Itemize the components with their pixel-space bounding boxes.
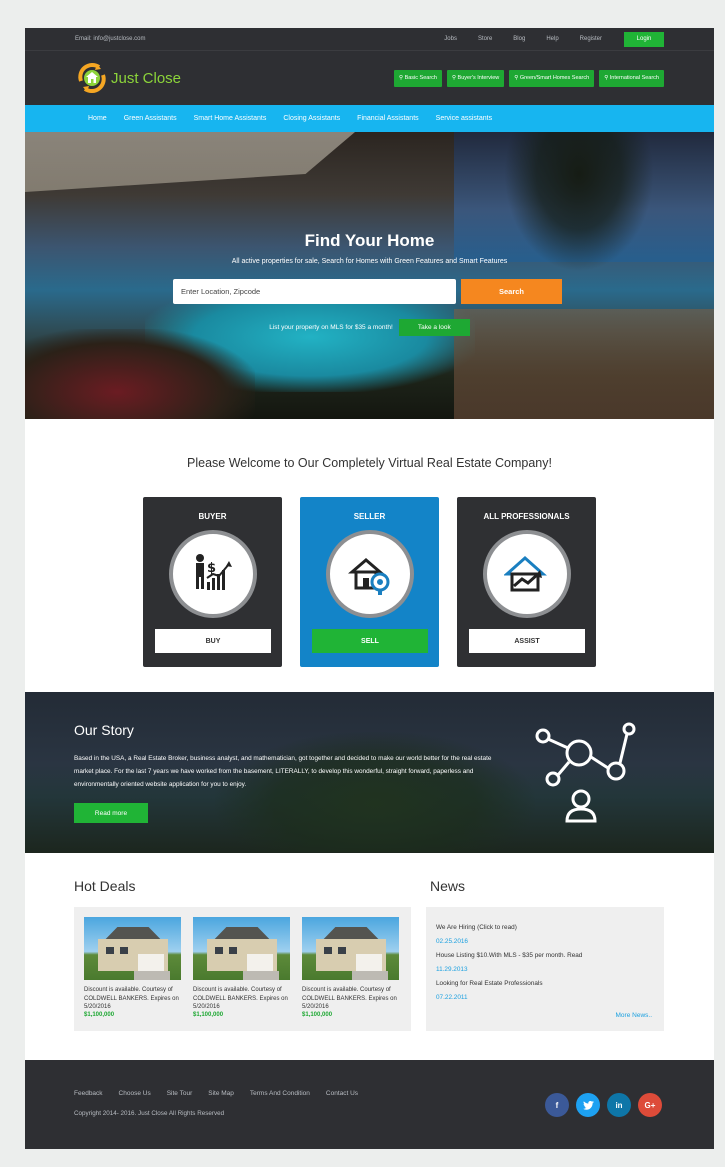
top-link-jobs[interactable]: Jobs [444,36,457,42]
read-more-button[interactable]: Read more [74,803,148,823]
nav-financial-assistants[interactable]: Financial Assistants [357,115,418,122]
footer-link-contact[interactable]: Contact Us [326,1090,358,1097]
news-item-date: 07.22.2011 [436,994,468,1001]
buyers-interview-label: Buyer's Interview [457,75,500,81]
deal-card[interactable]: Discount is available. Courtesy of COLDW… [84,917,182,1031]
buyer-growth-icon: $ [169,530,257,618]
footer-link-choose-us[interactable]: Choose Us [119,1090,151,1097]
network-person-icon [535,722,636,823]
role-cards: BUYER $ BUY SELLER SELL ALL PROFESSIONAL… [25,497,714,667]
news-item-title[interactable]: House Listing $10.With MLS - $35 per mon… [436,949,654,963]
deal-price: $1,100,000 [84,1011,115,1018]
welcome-heading: Please Welcome to Our Completely Virtual… [187,456,552,470]
more-news-link[interactable]: More News.. [616,1012,652,1019]
footer-link-site-tour[interactable]: Site Tour [167,1090,193,1097]
story-island-background [215,732,535,852]
location-search-input[interactable] [173,279,456,304]
deal-card[interactable]: Discount is available. Courtesy of COLDW… [302,917,400,1031]
top-link-store[interactable]: Store [478,36,492,42]
top-link-register[interactable]: Register [580,36,602,42]
nav-service-assistants[interactable]: Service assistants [436,115,492,122]
deal-price: $1,100,000 [302,1011,333,1018]
green-smart-search-label: Green/Smart Homes Search [519,75,590,81]
top-link-help[interactable]: Help [546,36,558,42]
hot-deals-list: Discount is available. Courtesy of COLDW… [74,907,411,1031]
news-item-title[interactable]: Looking for Real Estate Professionals [436,977,654,991]
nav-home[interactable]: Home [88,115,107,122]
location-search: Search [173,279,562,304]
nav-closing-assistants[interactable]: Closing Assistants [283,115,340,122]
nav-green-assistants[interactable]: Green Assistants [124,115,177,122]
story-title: Our Story [74,722,134,738]
page: Email: info@justclose.com Jobs Store Blo… [25,28,714,1149]
search-button[interactable]: Search [461,279,562,304]
social-links: f in G+ [545,1093,669,1117]
basic-search-button[interactable]: ⚲ Basic Search [394,69,442,87]
hero-banner: Find Your Home All active properties for… [25,132,714,419]
top-bar: Email: info@justclose.com Jobs Store Blo… [25,28,714,50]
international-search-button[interactable]: ⚲ International Search [599,69,664,87]
professional-house-icon [483,530,571,618]
linkedin-icon[interactable]: in [607,1093,631,1117]
news-item-date: 02.25.2016 [436,938,468,945]
international-search-label: International Search [609,75,659,81]
logo-text: Just Close [111,69,182,87]
deal-house-image [84,917,181,980]
story-text: Based in the USA, a Real Estate Broker, … [74,755,492,788]
main-nav: Home Green Assistants Smart Home Assista… [25,105,714,132]
hero-veranda [25,132,355,192]
buyer-card: BUYER $ BUY [143,497,282,667]
mls-promo: List your property on MLS for $35 a mont… [25,319,714,336]
news-list: We Are Hiring (Click to read) 02.25.2016… [426,907,664,1031]
green-smart-search-button[interactable]: ⚲ Green/Smart Homes Search [509,69,595,87]
buyers-interview-button[interactable]: ⚲ Buyer's Interview [446,69,505,87]
facebook-icon[interactable]: f [545,1093,569,1117]
footer: Feedback Choose Us Site Tour Site Map Te… [25,1060,714,1149]
seller-card-title: SELLER [353,512,386,521]
nav-smart-home-assistants[interactable]: Smart Home Assistants [194,115,267,122]
footer-link-terms[interactable]: Terms And Condition [250,1090,310,1097]
hot-deals-heading: Hot Deals [74,878,136,894]
deal-description: Discount is available. Courtesy of COLDW… [84,987,179,1010]
deal-house-image [302,917,399,980]
deal-description: Discount is available. Courtesy of COLDW… [193,987,288,1010]
assist-button[interactable]: ASSIST [469,629,585,653]
news-item-date: 11.29.2013 [436,966,468,973]
deal-card[interactable]: Discount is available. Courtesy of COLDW… [193,917,291,1031]
mls-promo-text: List your property on MLS for $35 a mont… [269,324,393,331]
buyer-card-title: BUYER [198,512,227,521]
our-story-section: Our Story Based in the USA, a Real Estat… [25,692,714,853]
deal-house-image [193,917,290,980]
seller-card: SELLER SELL [300,497,439,667]
logo-house-icon [75,61,109,95]
deal-price: $1,100,000 [193,1011,224,1018]
footer-links: Feedback Choose Us Site Tour Site Map Te… [74,1090,374,1097]
take-a-look-button[interactable]: Take a look [398,319,470,336]
professionals-card: ALL PROFESSIONALS ASSIST [457,497,596,667]
header: Just Close ⚲ Basic Search ⚲ Buyer's Inte… [25,50,714,105]
deal-description: Discount is available. Courtesy of COLDW… [302,987,397,1010]
top-links: Jobs Store Blog Help Register Login [423,31,664,47]
hero-subtitle: All active properties for sale, Search f… [231,258,508,265]
twitter-icon[interactable] [576,1093,600,1117]
sell-button[interactable]: SELL [312,629,428,653]
buy-button[interactable]: BUY [155,629,271,653]
copyright: Copyright 2014- 2016. Just Close All Rig… [74,1110,225,1117]
logo[interactable]: Just Close [75,61,389,95]
hero-plants [25,329,255,419]
contact-email: Email: info@justclose.com [75,36,146,42]
google-plus-icon[interactable]: G+ [638,1093,662,1117]
top-link-blog[interactable]: Blog [513,36,525,42]
news-item-title[interactable]: We Are Hiring (Click to read) [436,921,654,935]
basic-search-label: Basic Search [404,75,437,81]
login-button[interactable]: Login [624,31,664,47]
quick-search-buttons: ⚲ Basic Search ⚲ Buyer's Interview ⚲ Gre… [389,69,664,87]
news-heading: News [430,878,466,894]
seller-house-icon [326,530,414,618]
hero-palm [504,132,654,272]
footer-link-feedback[interactable]: Feedback [74,1090,103,1097]
footer-link-site-map[interactable]: Site Map [208,1090,234,1097]
professionals-card-title: ALL PROFESSIONALS [483,512,570,521]
hero-title: Find Your Home [304,231,435,250]
